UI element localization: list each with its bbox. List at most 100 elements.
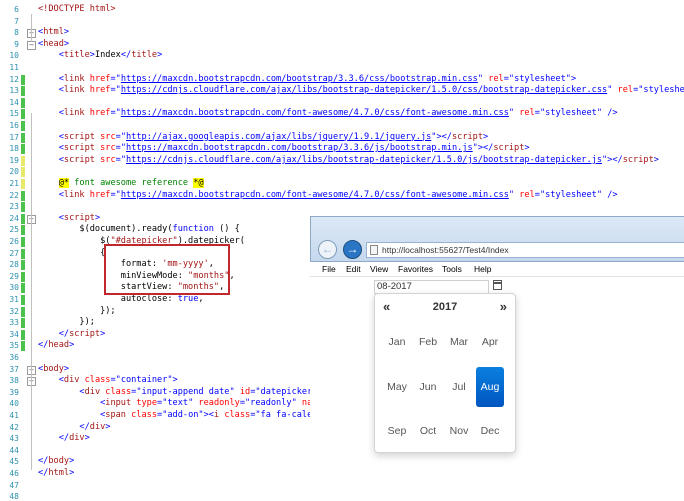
month-jun[interactable]: Jun	[414, 367, 442, 407]
change-marker	[21, 260, 25, 271]
line-number: 6	[14, 5, 19, 14]
line-number: 23	[9, 202, 19, 212]
change-marker	[21, 329, 25, 340]
code-line: <script src="https://maxcdn.bootstrapcdn…	[58, 143, 530, 154]
change-marker	[21, 202, 25, 213]
code-line: </div>	[58, 433, 90, 444]
month-may[interactable]: May	[383, 367, 411, 407]
page-content: 08-2017 « 2017 » Jan Feb Mar Apr May Jun Jul Au…	[310, 277, 684, 476]
month-nov[interactable]: Nov	[445, 411, 473, 451]
outline-guide	[31, 402, 32, 470]
change-marker	[21, 121, 25, 131]
menu-item-tools[interactable]: Tools	[442, 264, 462, 274]
line-number: 39	[9, 387, 19, 397]
menu-item-favorites[interactable]: Favorites	[398, 264, 433, 274]
line-number: 18	[9, 144, 19, 154]
month-dec[interactable]: Dec	[476, 411, 504, 451]
line-number: 14	[9, 97, 19, 107]
month-apr[interactable]: Apr	[476, 322, 504, 362]
line-number: 48	[9, 492, 19, 501]
date-input[interactable]: 08-2017	[374, 280, 489, 294]
address-bar[interactable]: http://localhost:55627/Test4/Index	[366, 242, 684, 258]
line-number: 24	[9, 213, 19, 223]
month-jan[interactable]: Jan	[383, 322, 411, 362]
code-line: });	[38, 305, 116, 316]
line-number: 10	[9, 51, 19, 61]
line-number: 34	[9, 329, 19, 339]
month-jul[interactable]: Jul	[445, 367, 473, 407]
line-number: 26	[9, 237, 19, 246]
code-line: <!DOCTYPE html>	[38, 4, 116, 14]
code-line: {	[38, 247, 106, 258]
line-number: 12	[9, 74, 19, 84]
month-picker-dropdown: « 2017 » Jan Feb Mar Apr May Jun Jul Aug Sep Oct N…	[374, 293, 516, 453]
code-line: </body>	[38, 456, 75, 467]
menu-item-file[interactable]: File	[322, 264, 336, 274]
back-button[interactable]: ←	[318, 240, 337, 259]
picker-year[interactable]: 2017	[375, 301, 515, 313]
change-marker	[21, 318, 25, 329]
code-line: <script src="http://ajax.googleapis.com/…	[58, 131, 489, 142]
code-line: <title>Index</title>	[58, 50, 163, 61]
change-marker	[21, 237, 25, 247]
month-aug[interactable]: Aug	[476, 367, 504, 407]
datepicker-options-highlight-box	[104, 244, 230, 295]
change-marker	[21, 213, 25, 224]
change-marker	[21, 74, 25, 85]
line-number: 47	[9, 480, 19, 490]
browser-window: ← → http://localhost:55627/Test4/Index F…	[310, 216, 684, 476]
line-number: 28	[9, 260, 19, 270]
line-number: 30	[9, 283, 19, 293]
month-oct[interactable]: Oct	[414, 411, 442, 451]
change-marker	[21, 341, 25, 352]
code-line: autoclose: true,	[38, 294, 204, 304]
month-sep[interactable]: Sep	[383, 411, 411, 451]
change-marker	[21, 155, 25, 166]
address-url[interactable]: http://localhost:55627/Test4/Index	[382, 243, 509, 257]
outline-guide	[31, 14, 32, 42]
change-marker	[21, 248, 25, 259]
menu-bar: File Edit View Favorites Tools Help	[310, 262, 684, 277]
month-feb[interactable]: Feb	[414, 322, 442, 362]
code-line: <div class="container">	[58, 375, 178, 386]
line-number: 27	[9, 248, 19, 258]
line-number: 19	[9, 155, 19, 165]
collapse-icon[interactable]: −	[27, 40, 36, 50]
code-line: <script>	[58, 212, 101, 223]
menu-item-view[interactable]: View	[370, 264, 388, 274]
code-line: $(document).ready(function () {	[38, 224, 240, 235]
code-line: </div>	[79, 421, 111, 432]
change-marker	[21, 271, 25, 282]
code-line: });	[38, 317, 95, 328]
change-marker	[21, 86, 25, 97]
change-marker	[21, 97, 25, 108]
line-number: 21	[9, 179, 19, 188]
code-line: <head>	[38, 38, 70, 49]
calendar-icon[interactable]	[493, 280, 502, 290]
change-marker	[21, 132, 25, 143]
forward-button[interactable]: →	[343, 240, 362, 259]
line-number: 37	[9, 364, 19, 374]
menu-item-help[interactable]: Help	[474, 264, 491, 274]
change-marker	[21, 144, 25, 155]
change-marker	[21, 306, 25, 317]
code-line: <script src="https://cdnjs.cloudflare.co…	[58, 154, 659, 165]
change-marker	[21, 179, 25, 189]
page-icon	[370, 245, 378, 255]
code-line: </script>	[58, 328, 106, 339]
code-line: </html>	[38, 468, 75, 478]
line-number: 42	[9, 422, 19, 432]
code-line: </head>	[38, 340, 75, 351]
line-number: 11	[9, 63, 19, 72]
line-number: 13	[9, 86, 19, 96]
line-number: 16	[9, 121, 19, 130]
menu-item-edit[interactable]: Edit	[346, 264, 361, 274]
line-number: 33	[9, 318, 19, 328]
code-line: <link href="https://maxcdn.bootstrapcdn.…	[58, 108, 618, 119]
next-year-button[interactable]: »	[500, 299, 507, 314]
line-number: 7	[14, 16, 19, 26]
line-number: 20	[9, 167, 19, 177]
month-mar[interactable]: Mar	[445, 322, 473, 362]
change-marker	[21, 283, 25, 294]
line-number: 29	[9, 271, 19, 281]
